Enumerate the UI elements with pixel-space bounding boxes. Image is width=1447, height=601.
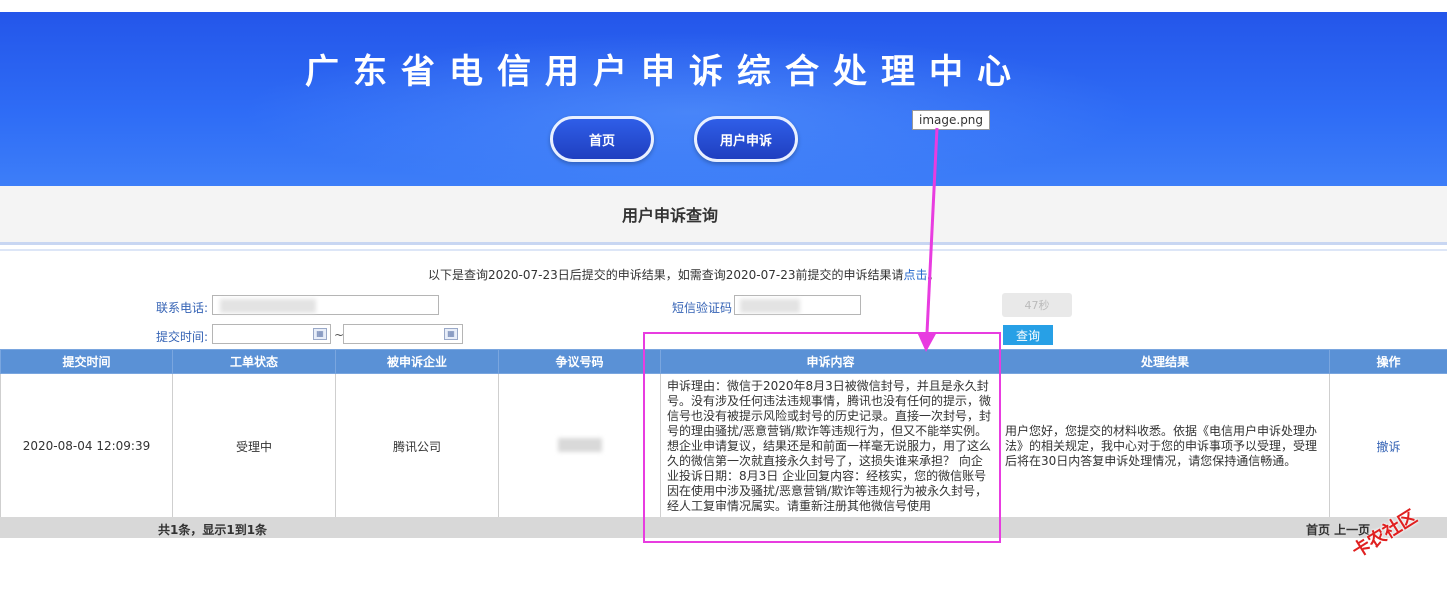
column-header: 提交时间 — [0, 349, 173, 374]
column-header: 工单状态 — [172, 349, 336, 374]
submit-time-label: 提交时间: — [156, 330, 209, 344]
page-title: 用户申诉查询 — [621, 206, 718, 225]
column-header: 申诉内容 — [660, 349, 1001, 374]
action-cell: 撤诉 — [1329, 373, 1447, 519]
column-header: 处理结果 — [1000, 349, 1330, 374]
divider — [0, 249, 1447, 251]
nav-home-button[interactable]: 首页 — [550, 116, 654, 162]
redacted-number — [557, 437, 602, 452]
column-header: 争议号码 — [498, 349, 661, 374]
results-table: 提交时间 工单状态 被申诉企业 争议号码 申诉内容 处理结果 操作 2020-0… — [0, 349, 1447, 519]
redacted-sms — [740, 299, 800, 313]
notice-text: 以下是查询2020-07-23日后提交的申诉结果，如需查询2020-07-23前… — [428, 268, 904, 282]
record-count: 共1条，显示1到1条 — [158, 523, 268, 537]
query-button[interactable]: 查询 — [1003, 325, 1053, 345]
sms-code-label: 短信验证码 — [672, 301, 733, 315]
site-title: 广东省电信用户申诉综合处理中心 — [305, 52, 1025, 92]
table-row: 2020-08-04 12:09:39 受理中 腾讯公司 申诉理由：微信于202… — [0, 373, 1447, 519]
calendar-icon[interactable]: ▦ — [313, 328, 327, 340]
column-header: 操作 — [1329, 349, 1447, 374]
result-cell: 用户您好，您提交的材料收悉。依据《电信用户申诉处理办法》的相关规定，我中心对于您… — [1000, 373, 1330, 519]
phone-label: 联系电话: — [156, 301, 209, 315]
company-cell: 腾讯公司 — [335, 373, 499, 519]
withdraw-link[interactable]: 撤诉 — [1376, 440, 1400, 454]
notice-link[interactable]: 点击 — [903, 268, 927, 282]
page: 广东省电信用户申诉综合处理中心 首页 用户申诉 image.png 用户申诉查询… — [0, 0, 1447, 601]
complaint-content-cell: 申诉理由：微信于2020年8月3日被微信封号，并且是永久封号。没有涉及任何违法违… — [660, 373, 1001, 519]
calendar-icon[interactable]: ▦ — [444, 328, 458, 340]
column-header: 被申诉企业 — [335, 349, 499, 374]
redacted-phone — [220, 299, 316, 313]
table-header-row: 提交时间 工单状态 被申诉企业 争议号码 申诉内容 处理结果 操作 — [0, 349, 1447, 374]
query-notice: 以下是查询2020-07-23日后提交的申诉结果，如需查询2020-07-23前… — [428, 266, 940, 283]
divider — [0, 242, 1447, 245]
image-tooltip: image.png — [912, 110, 991, 130]
nav-complaint-button[interactable]: 用户申诉 — [694, 116, 798, 162]
disputed-number-cell — [498, 373, 661, 519]
sms-countdown-button[interactable]: 47秒 — [1002, 293, 1072, 317]
notice-suffix: 。 — [927, 268, 940, 282]
banner: 广东省电信用户申诉综合处理中心 首页 用户申诉 image.png — [0, 12, 1447, 186]
status-cell: 受理中 — [172, 373, 336, 519]
submit-time-cell: 2020-08-04 12:09:39 — [0, 373, 173, 519]
